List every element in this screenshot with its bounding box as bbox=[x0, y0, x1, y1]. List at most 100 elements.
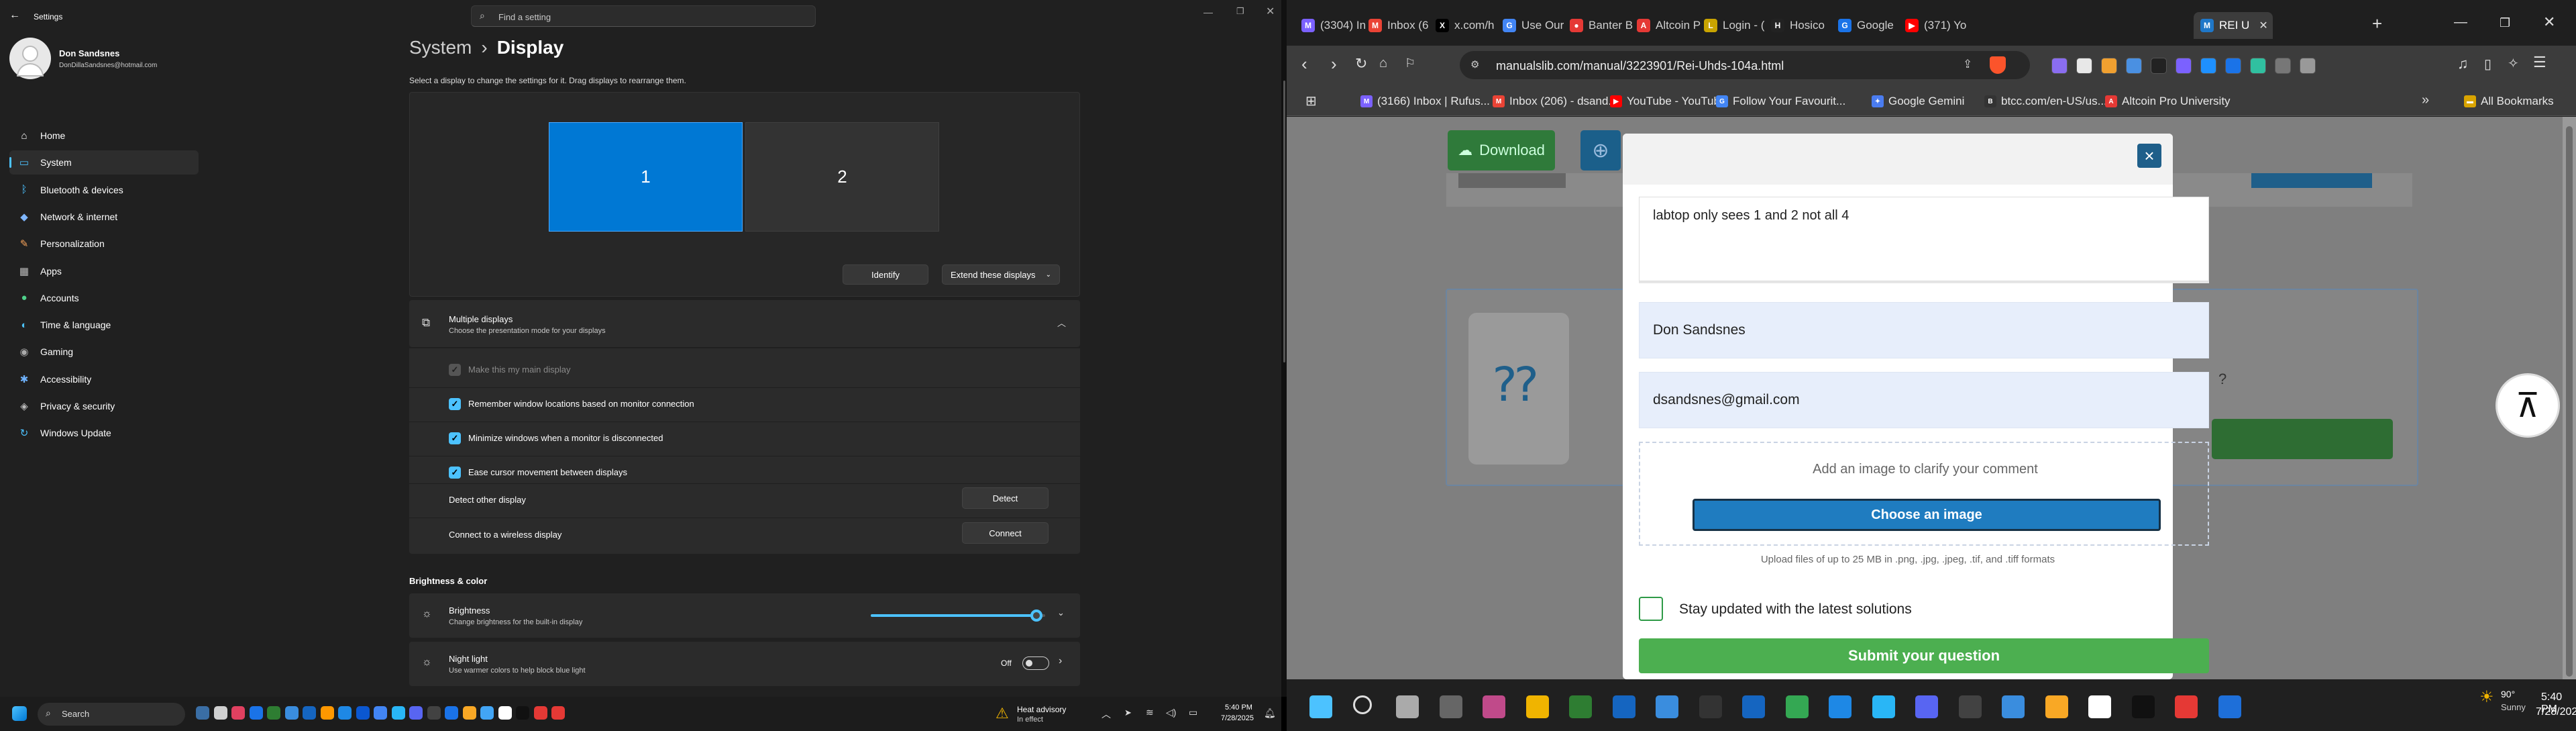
edge-icon[interactable] bbox=[1742, 695, 1765, 718]
sidebar-item-time-language[interactable]: ◐ Time & language bbox=[9, 313, 199, 337]
tradingview-icon[interactable] bbox=[516, 706, 529, 720]
minimize-icon[interactable]: — bbox=[1203, 7, 1213, 17]
notification-bell-icon[interactable]: 🔔︎ bbox=[1264, 708, 1276, 719]
calculator-icon[interactable] bbox=[427, 706, 441, 720]
browser-active-icon[interactable] bbox=[2218, 695, 2241, 718]
zoom-icon[interactable] bbox=[303, 706, 316, 720]
list-icon[interactable] bbox=[445, 706, 458, 720]
tab-chrome[interactable]: G Use Our bbox=[1503, 12, 1564, 39]
drive-icon[interactable] bbox=[1829, 695, 1851, 718]
chevron-right-icon[interactable]: › bbox=[1059, 655, 1062, 667]
submit-question-button[interactable]: Submit your question bbox=[1639, 638, 2209, 673]
detect-button[interactable]: Detect bbox=[962, 487, 1049, 509]
bookmark-item[interactable]: A Altcoin Pro University bbox=[2105, 93, 2231, 110]
stay-updated-checkbox[interactable] bbox=[1639, 597, 1663, 621]
night-light-toggle[interactable] bbox=[1022, 656, 1049, 670]
option-checkbox[interactable]: ✓ bbox=[449, 398, 461, 410]
telegram-icon[interactable] bbox=[391, 706, 405, 720]
extension-icon[interactable] bbox=[2225, 58, 2241, 74]
scroll-top-button[interactable]: ⊼ bbox=[2496, 373, 2560, 438]
tab-login[interactable]: L Login - ( bbox=[1704, 12, 1764, 39]
extension-icon[interactable] bbox=[2176, 58, 2192, 74]
apps-grid-icon[interactable]: ⊞ bbox=[1305, 93, 1317, 109]
browser-active-icon[interactable] bbox=[551, 706, 565, 720]
discord-icon[interactable] bbox=[409, 706, 423, 720]
tab-gmail[interactable]: M Inbox (6 bbox=[1368, 12, 1428, 39]
teams-icon[interactable] bbox=[249, 706, 263, 720]
bookmark-item[interactable]: M (3166) Inbox | Rufus... bbox=[1360, 93, 1490, 110]
add-button[interactable]: ⊕ bbox=[1580, 130, 1621, 170]
close-icon[interactable]: ✕ bbox=[1266, 5, 1275, 18]
tradingview-icon[interactable] bbox=[2131, 695, 2155, 718]
wifi-icon[interactable]: ≋ bbox=[1146, 707, 1154, 718]
location-icon[interactable]: ➤ bbox=[1124, 708, 1132, 718]
connect-button[interactable]: Connect bbox=[962, 522, 1049, 544]
app-icon[interactable] bbox=[498, 706, 512, 720]
extension-icon[interactable] bbox=[2101, 58, 2117, 74]
sidebar-toggle-icon[interactable]: ▯ bbox=[2484, 56, 2491, 72]
extension-icon[interactable] bbox=[2275, 58, 2291, 74]
copilot-icon[interactable] bbox=[231, 706, 245, 720]
leo-ai-icon[interactable]: ✧ bbox=[2508, 55, 2519, 72]
brightness-slider[interactable] bbox=[871, 610, 1045, 622]
share-icon[interactable]: ⇪ bbox=[1963, 58, 1972, 71]
page-scrollbar[interactable] bbox=[2563, 117, 2576, 679]
calculator-icon[interactable] bbox=[1958, 695, 1982, 718]
maximize-icon[interactable]: ❐ bbox=[2500, 16, 2510, 30]
image-dropzone[interactable]: Add an image to clarify your comment Cho… bbox=[1639, 442, 2209, 546]
multiple-displays-header[interactable]: ⧉ Multiple displays Choose the presentat… bbox=[409, 300, 1080, 347]
brave-shields-icon[interactable] bbox=[1990, 56, 2006, 74]
sidebar-item-privacy-security[interactable]: ◈ Privacy & security bbox=[9, 394, 199, 418]
excel-icon[interactable] bbox=[267, 706, 280, 720]
chrome-icon[interactable] bbox=[374, 706, 387, 720]
sidebar-item-network-internet[interactable]: ◆ Network & internet bbox=[9, 205, 199, 229]
sidebar-item-apps[interactable]: ▦ Apps bbox=[9, 259, 199, 283]
more-bookmarks-icon[interactable]: » bbox=[2422, 93, 2429, 108]
monitor-2[interactable]: 2 bbox=[745, 122, 939, 232]
option-checkbox[interactable]: ✓ bbox=[449, 467, 461, 479]
search-icon[interactable] bbox=[1352, 695, 1372, 714]
back-arrow-icon[interactable]: ← bbox=[9, 9, 20, 21]
sidebar-item-bluetooth-devices[interactable]: ᛒ Bluetooth & devices bbox=[9, 178, 199, 202]
folder-icon[interactable] bbox=[2045, 695, 2068, 718]
clock-time[interactable]: 5:40 PM bbox=[1225, 703, 1252, 712]
bookmark-item[interactable]: G Follow Your Favourit... bbox=[1716, 93, 1845, 110]
mail-icon[interactable] bbox=[480, 706, 494, 720]
choose-image-button[interactable]: Choose an image bbox=[1693, 499, 2161, 531]
chevron-down-icon[interactable]: ⌄ bbox=[1057, 607, 1065, 618]
sidebar-item-home[interactable]: ⌂ Home bbox=[9, 124, 199, 148]
tab-youtube[interactable]: ▶ (371) Yo bbox=[1905, 12, 1966, 39]
brave-icon[interactable] bbox=[533, 706, 547, 720]
option-checkbox[interactable]: ✓ bbox=[449, 432, 461, 444]
windows-start-icon[interactable] bbox=[12, 706, 27, 721]
search-input[interactable]: ⌕ Find a setting bbox=[471, 5, 816, 27]
copilot-icon[interactable] bbox=[1483, 695, 1505, 718]
discord-icon[interactable] bbox=[1915, 695, 1938, 718]
tab-record[interactable]: ● Banter B bbox=[1570, 12, 1633, 39]
avatar[interactable] bbox=[9, 38, 51, 79]
extend-displays-dropdown[interactable]: Extend these displays ⌄ bbox=[942, 264, 1060, 285]
address-bar[interactable]: ⚙ manualslib.com/manual/3223901/Rei-Uhds… bbox=[1460, 51, 2030, 79]
bookmark-item[interactable]: ▶ YouTube - YouTube bbox=[1610, 93, 1726, 110]
home-icon[interactable]: ⌂ bbox=[1379, 56, 1387, 71]
email-field[interactable]: dsandsnes@gmail.com bbox=[1639, 372, 2209, 428]
dialog-close-button[interactable]: × bbox=[2137, 144, 2161, 168]
tab-manualslib[interactable]: M REI U ✕ bbox=[2194, 12, 2273, 39]
file-icon[interactable] bbox=[1525, 695, 1549, 718]
tab-close-icon[interactable]: ✕ bbox=[2259, 19, 2267, 32]
todo-icon[interactable] bbox=[1656, 695, 1678, 718]
night-light-card[interactable]: ☼ Night light Use warmer colors to help … bbox=[409, 642, 1080, 686]
comment-textarea[interactable]: labtop only sees 1 and 2 not all 4 bbox=[1639, 197, 2209, 281]
weather-temp[interactable]: 90° bbox=[2501, 689, 2515, 699]
task-view-icon[interactable] bbox=[196, 706, 209, 720]
brave-icon[interactable] bbox=[2175, 695, 2198, 718]
sidebar-item-accessibility[interactable]: ✱ Accessibility bbox=[9, 367, 199, 391]
chrome-icon[interactable] bbox=[1785, 695, 1809, 718]
edge-icon[interactable] bbox=[356, 706, 370, 720]
media-icon[interactable]: ♫ bbox=[2457, 55, 2469, 72]
close-icon[interactable]: ✕ bbox=[2543, 13, 2555, 31]
excel-icon[interactable] bbox=[1569, 695, 1592, 718]
brightness-slider-thumb[interactable] bbox=[1030, 610, 1042, 622]
forward-icon[interactable]: › bbox=[1331, 54, 1337, 75]
sidebar-item-gaming[interactable]: ◉ Gaming bbox=[9, 340, 199, 364]
